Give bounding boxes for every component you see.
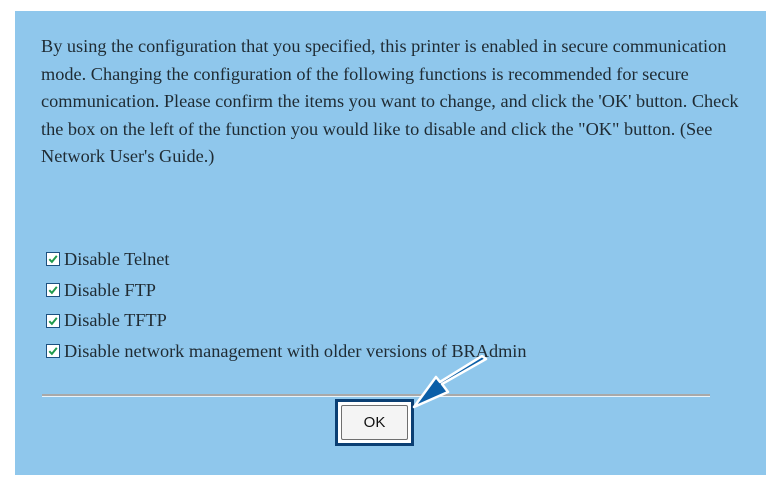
separator-line (42, 394, 710, 397)
checkbox-checked-icon[interactable] (46, 252, 60, 267)
option-label: Disable FTP (64, 279, 156, 300)
option-disable-telnet[interactable]: Disable Telnet (46, 244, 746, 275)
option-disable-network-management[interactable]: Disable network management with older ve… (46, 336, 746, 367)
ok-button-highlight: OK (335, 399, 414, 446)
disable-options-list: Disable Telnet Disable FTP Disable TFTP … (46, 244, 746, 367)
arrow-pointer-icon (412, 355, 488, 409)
checkbox-checked-icon[interactable] (46, 283, 60, 298)
option-label: Disable TFTP (64, 310, 167, 331)
checkbox-checked-icon[interactable] (46, 313, 60, 328)
checkbox-checked-icon[interactable] (46, 344, 60, 359)
option-label: Disable Telnet (64, 248, 170, 269)
option-disable-ftp[interactable]: Disable FTP (46, 275, 746, 306)
option-disable-tftp[interactable]: Disable TFTP (46, 305, 746, 336)
instruction-message: By using the configuration that you spec… (41, 36, 739, 167)
ok-button[interactable]: OK (341, 405, 408, 440)
